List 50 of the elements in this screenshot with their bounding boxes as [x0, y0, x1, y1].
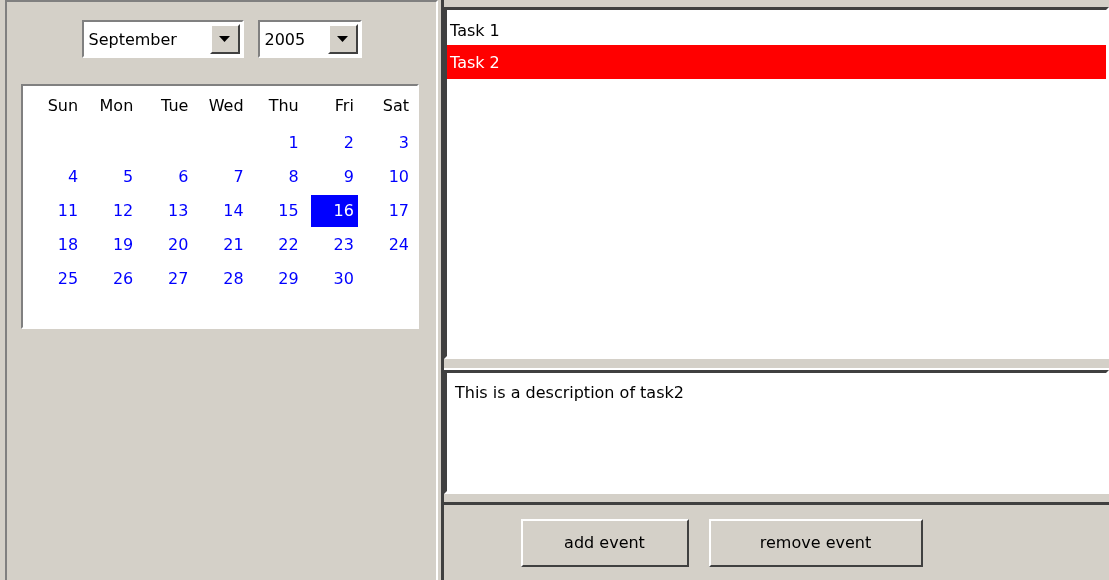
calendar-day[interactable]: 6 [174, 161, 193, 193]
dropdown-field[interactable]: September [81, 20, 244, 58]
calendar-day[interactable]: 25 [53, 263, 83, 295]
action-button[interactable]: remove event [708, 518, 923, 567]
select-value: 2005 [263, 28, 307, 51]
calendar-day[interactable]: 3 [394, 127, 413, 159]
calendar-day[interactable]: 13 [164, 195, 193, 227]
calendar-day[interactable]: 30 [329, 263, 358, 295]
calendar-day[interactable]: 11 [53, 195, 83, 227]
calendar-day[interactable]: 20 [164, 229, 193, 261]
weekday-label: Thu [267, 94, 300, 117]
calendar-day[interactable]: 16 [311, 195, 358, 227]
calendar-day[interactable]: 7 [229, 161, 248, 193]
calendar-day[interactable]: 5 [119, 161, 138, 193]
calendar-day[interactable]: 15 [274, 195, 303, 227]
calendar-day[interactable]: 23 [329, 229, 358, 261]
caret-icon [219, 36, 230, 42]
weekday-label: Wed [207, 94, 245, 117]
calendar-day[interactable]: 4 [63, 161, 83, 193]
select-value: September [87, 28, 178, 51]
weekday-label: Sun [46, 94, 80, 117]
calendar-day[interactable]: 17 [384, 195, 413, 227]
dropdown-button[interactable] [209, 24, 240, 54]
calendar-day[interactable]: 22 [274, 229, 303, 261]
dropdown-field[interactable]: 2005 [257, 20, 362, 58]
calendar-day[interactable]: 1 [284, 127, 303, 159]
calendar-day[interactable]: 26 [108, 263, 138, 295]
weekday-label: Tue [160, 94, 190, 117]
description-field[interactable]: This is a description of task2 [444, 370, 1109, 494]
calendar-day[interactable]: 29 [274, 263, 303, 295]
task-item[interactable]: Task 1 [447, 16, 1106, 45]
weekday-label: Mon [98, 94, 135, 117]
weekday-label: Sat [381, 94, 410, 117]
calendar-day[interactable]: 8 [284, 161, 303, 193]
calendar-day[interactable]: 24 [384, 229, 413, 261]
weekday-label: Fri [333, 94, 355, 117]
calendar-day[interactable]: 27 [164, 263, 193, 295]
dropdown-button[interactable] [327, 24, 358, 54]
calendar-day[interactable]: 28 [219, 263, 248, 295]
calendar-day[interactable]: 2 [339, 127, 358, 159]
calendar-day[interactable]: 21 [219, 229, 248, 261]
calendar-day[interactable]: 9 [339, 161, 358, 193]
calendar-day[interactable]: 10 [384, 161, 413, 193]
calendar-day[interactable]: 19 [108, 229, 138, 261]
calendar-day[interactable]: 18 [53, 229, 83, 261]
calendar-day[interactable]: 12 [108, 195, 138, 227]
calendar-day[interactable]: 14 [219, 195, 248, 227]
caret-icon [337, 36, 348, 42]
action-button[interactable]: add event [520, 518, 689, 567]
task-item[interactable]: Task 2 [447, 45, 1106, 79]
